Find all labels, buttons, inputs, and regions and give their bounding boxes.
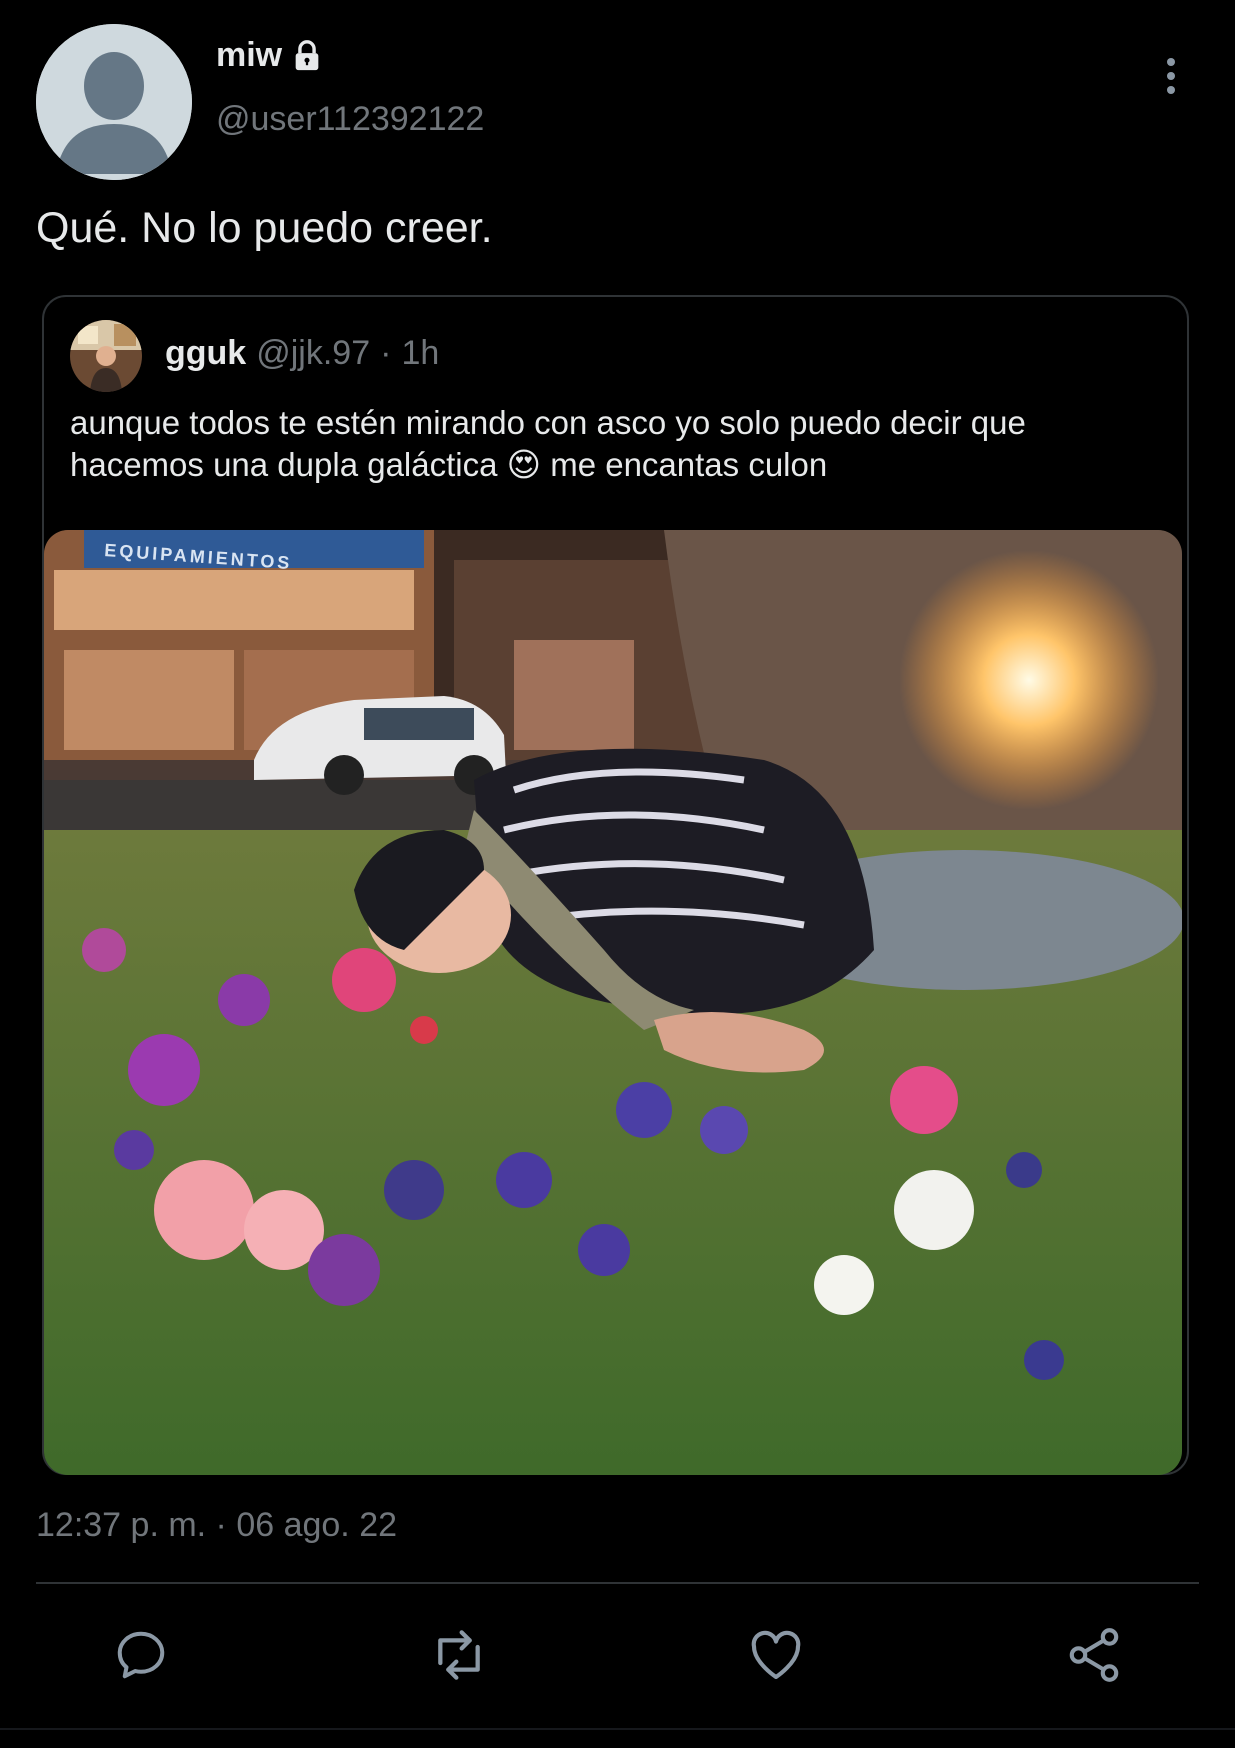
tweet-timestamp[interactable]: 12:37 p. m. · 06 ago. 22 (36, 1506, 397, 1545)
quoted-text-line-2: hacemos una dupla galáctica 😍 me encanta… (70, 444, 1170, 486)
lock-icon (295, 39, 319, 70)
quoted-text-line-1: aunque todos te estén mirando con asco y… (70, 404, 1026, 441)
tweet-text: Qué. No lo puedo creer. (36, 204, 493, 252)
retweet-button[interactable] (424, 1620, 494, 1690)
quoted-text-part-a: hacemos una dupla galáctica (70, 446, 498, 483)
heart-icon (751, 1630, 801, 1680)
photo-scene: EQUIPAMIENTOS (44, 530, 1182, 1475)
retweet-icon (438, 1630, 480, 1680)
quoted-separator: · (380, 334, 392, 372)
quoted-text-part-b: me encantas culon (550, 446, 828, 483)
quoted-photo[interactable]: EQUIPAMIENTOS (44, 530, 1182, 1475)
quoted-author-avatar[interactable] (70, 320, 142, 392)
reply-icon (117, 1631, 165, 1679)
author-avatar[interactable] (36, 24, 192, 180)
author-display-name-row[interactable]: miw (216, 36, 324, 75)
author-display-name: miw (216, 36, 283, 74)
bottom-divider (0, 1728, 1235, 1730)
quoted-time: 1h (401, 334, 440, 372)
like-button[interactable] (741, 1620, 811, 1690)
share-button[interactable] (1059, 1620, 1129, 1690)
heart-eyes-emoji: 😍 (506, 446, 542, 483)
quoted-header: gguk @jjk.97 · 1h (165, 334, 439, 373)
default-avatar-icon (36, 24, 192, 180)
more-vertical-icon (1167, 58, 1175, 94)
quoted-handle[interactable]: @jjk.97 (256, 334, 370, 373)
more-options-button[interactable] (1156, 54, 1186, 98)
quoted-avatar-photo (70, 320, 142, 392)
quoted-display-name[interactable]: gguk (165, 334, 246, 373)
quoted-text: aunque todos te estén mirando con asco y… (70, 402, 1170, 486)
author-handle[interactable]: @user112392122 (216, 100, 484, 139)
share-icon (1069, 1628, 1119, 1682)
divider (36, 1582, 1199, 1584)
reply-button[interactable] (106, 1620, 176, 1690)
